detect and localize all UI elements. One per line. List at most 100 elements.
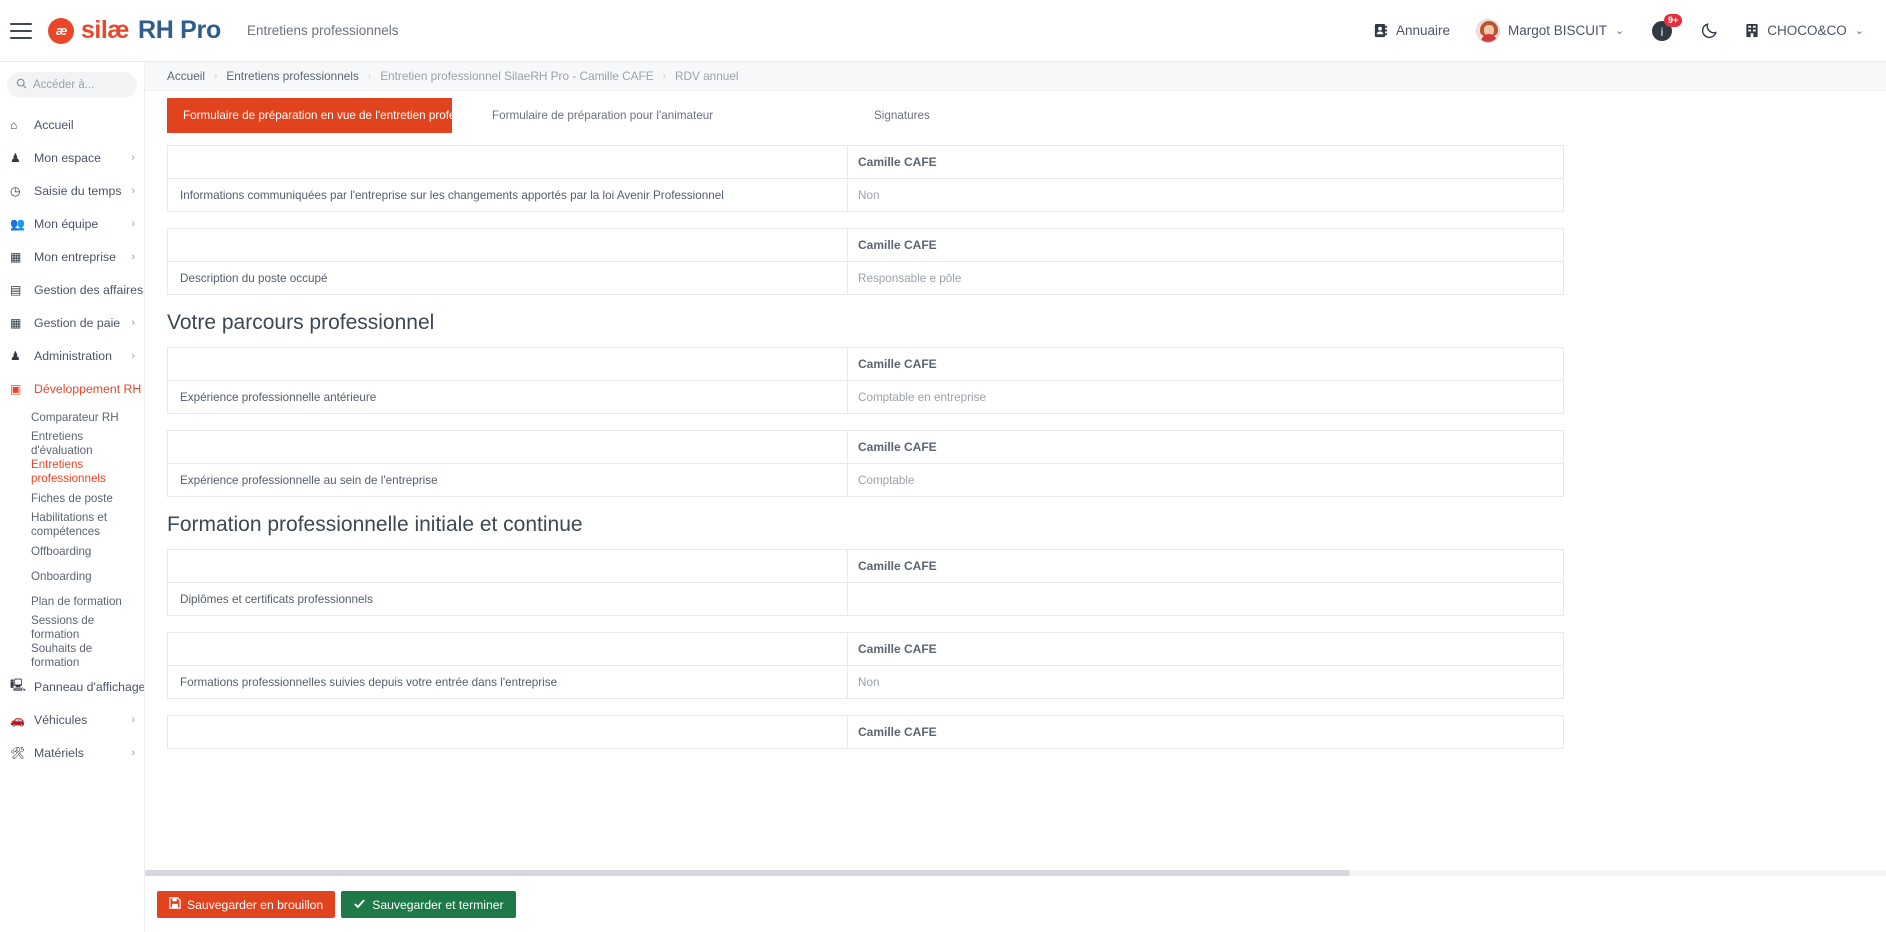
directory-button[interactable]: Annuaire bbox=[1373, 23, 1450, 38]
sidebar-item-saisie-du-temps[interactable]: ◷ Saisie du temps › bbox=[0, 174, 144, 207]
question-label: Expérience professionnelle antérieure bbox=[180, 391, 377, 404]
chevron-right-icon: › bbox=[131, 184, 135, 197]
footer-action-bar: Sauvegarder en brouillon Sauvegarder et … bbox=[145, 876, 1886, 932]
chevron-right-icon: › bbox=[131, 349, 135, 362]
sidebar-item-mon-espace[interactable]: ♟ Mon espace › bbox=[0, 141, 144, 174]
sidebar-item-label: Mon espace bbox=[34, 150, 101, 165]
home-icon: ⌂ bbox=[10, 117, 18, 132]
notification-bell-icon: i 9+ bbox=[1650, 13, 1683, 43]
tools-icon: 🛠 bbox=[10, 745, 26, 760]
sidebar-subitem-fiches-de-poste[interactable]: Fiches de poste bbox=[0, 486, 144, 511]
sidebar-subitem-entretiens-d-valuation[interactable]: Entretiens d'évaluation bbox=[0, 430, 144, 458]
sidebar-item-gestion-des-affaires[interactable]: ▤ Gestion des affaires› bbox=[0, 273, 144, 306]
car-icon: 🚗 bbox=[10, 712, 25, 727]
chevron-down-icon: ⌄ bbox=[1854, 25, 1864, 37]
save-draft-button[interactable]: Sauvegarder en brouillon bbox=[157, 891, 336, 918]
sidebar-subitem-label: Fiches de poste bbox=[31, 491, 113, 505]
tab-1[interactable]: Formulaire de préparation pour l'animate… bbox=[452, 98, 832, 133]
sidebar-item-label: Administration bbox=[34, 348, 112, 363]
company-switcher[interactable]: CHOCO&CO ⌄ bbox=[1745, 23, 1864, 38]
table-header-blank-cell bbox=[167, 145, 848, 179]
sidebar-subitem-label: Comparateur RH bbox=[31, 410, 119, 424]
table-header-blank-cell bbox=[167, 347, 848, 381]
breadcrumb-item-2[interactable]: Entretien professionnel SilaeRH Pro - Ca… bbox=[380, 69, 653, 83]
sidebar-subitem-comparateur-rh[interactable]: Comparateur RH bbox=[0, 405, 144, 430]
notification-badge: 9+ bbox=[1664, 13, 1683, 27]
hamburger-icon[interactable] bbox=[10, 22, 32, 39]
answer-cell[interactable] bbox=[847, 582, 1564, 616]
table-header-row: Camille CAFE bbox=[167, 715, 1564, 749]
brand-rhpro-text: RH Pro bbox=[138, 16, 221, 44]
respondent-name: Camille CAFE bbox=[858, 559, 937, 573]
question-table: Camille CAFE Informations communiquées pa… bbox=[167, 145, 1564, 212]
save-finish-button[interactable]: Sauvegarder et terminer bbox=[341, 891, 516, 918]
breadcrumb-item-0[interactable]: Accueil bbox=[167, 69, 205, 83]
sidebar-item-label: Matériels bbox=[34, 745, 84, 760]
sidebar-item-label: Saisie du temps bbox=[34, 183, 122, 198]
tab-0[interactable]: Formulaire de préparation en vue de l'en… bbox=[167, 98, 493, 133]
brand-logo[interactable]: æ silæ RH Pro bbox=[48, 16, 221, 45]
notifications-button[interactable]: i 9+ bbox=[1650, 13, 1683, 43]
answer-cell[interactable]: Comptable en entreprise bbox=[847, 380, 1564, 414]
sidebar-item-label: Mon équipe bbox=[34, 216, 99, 231]
table-header-row: Camille CAFE bbox=[167, 145, 1564, 179]
sidebar-subitem-label: Offboarding bbox=[31, 544, 92, 558]
sidebar-item-panneau-d-affichage[interactable]: 🖳Panneau d'affichage› bbox=[0, 670, 144, 703]
sidebar-item-mon-entreprise[interactable]: ▦ Mon entreprise › bbox=[0, 240, 144, 273]
sidebar-item-mon-quipe[interactable]: 👥 Mon équipe › bbox=[0, 207, 144, 240]
sidebar-item-administration[interactable]: ♟ Administration › bbox=[0, 339, 144, 372]
table-header-row: Camille CAFE bbox=[167, 347, 1564, 381]
sidebar-item-v-hicules[interactable]: 🚗 Véhicules › bbox=[0, 703, 144, 736]
directory-label: Annuaire bbox=[1395, 23, 1451, 38]
answer-cell[interactable]: Comptable bbox=[847, 463, 1564, 497]
tab-2[interactable]: Signatures bbox=[832, 98, 946, 133]
sidebar-item-d-veloppement-rh[interactable]: ▣ Développement RH⌄ bbox=[0, 372, 144, 405]
sidebar-item-label: Accueil bbox=[34, 117, 74, 132]
sidebar-subitem-onboarding[interactable]: Onboarding bbox=[0, 564, 144, 589]
table-icon: ▦ bbox=[10, 315, 22, 330]
sidebar-subitem-offboarding[interactable]: Offboarding bbox=[0, 539, 144, 564]
question-label: Expérience professionnelle au sein de l'… bbox=[180, 474, 438, 487]
page-context-title: Entretiens professionnels bbox=[246, 23, 399, 38]
sidebar-subitem-plan-de-formation[interactable]: Plan de formation bbox=[0, 589, 144, 614]
sidebar-item-label: Développement RH bbox=[34, 381, 142, 396]
search-input[interactable]: Accéder à... bbox=[7, 72, 137, 98]
tab-label: Formulaire de préparation pour l'animate… bbox=[492, 109, 714, 122]
sidebar-subitem-souhaits-de-formation[interactable]: Souhaits de formation bbox=[0, 642, 144, 670]
table-row: Formations professionnelles suivies depu… bbox=[167, 665, 1564, 699]
sidebar-subitem-label: Souhaits de formation bbox=[31, 642, 93, 669]
check-icon bbox=[353, 897, 366, 913]
answer-cell[interactable]: Non bbox=[847, 178, 1564, 212]
user-menu[interactable]: Margot BISCUIT ⌄ bbox=[1476, 18, 1624, 43]
question-cell: Expérience professionnelle au sein de l'… bbox=[167, 463, 848, 497]
section-title: Votre parcours professionnel bbox=[167, 311, 435, 334]
question-cell: Formations professionnelles suivies depu… bbox=[167, 665, 848, 699]
sidebar-subitem-label: Habilitations et compétences bbox=[31, 511, 108, 538]
sidebar-bottom-nav: 🖳 Panneau d'affichage › 🚗 Véhicules › 🛠 Matérie… bbox=[0, 670, 144, 769]
question-label: Description du poste occupé bbox=[180, 272, 328, 285]
sidebar: Accéder à... ⌂ Accueil ♟ Mon espace › ◷ Saisie… bbox=[0, 62, 145, 932]
sidebar-item-mat-riels[interactable]: 🛠 Matériels › bbox=[0, 736, 144, 769]
address-book-icon bbox=[1373, 23, 1388, 38]
answer-value: Comptable bbox=[858, 474, 915, 487]
sidebar-item-accueil[interactable]: ⌂ Accueil bbox=[0, 108, 144, 141]
clock-icon: ◷ bbox=[10, 183, 21, 198]
table-row: Diplômes et certificats professionnels bbox=[167, 582, 1564, 616]
question-table: Camille CAFE Formations professionnelles … bbox=[167, 632, 1564, 699]
building-icon bbox=[1745, 23, 1759, 38]
sidebar-subitem-label: Plan de formation bbox=[31, 594, 122, 608]
sidebar-subitem-label: Sessions de formation bbox=[31, 614, 95, 641]
answer-cell[interactable]: Non bbox=[847, 665, 1564, 699]
answer-cell[interactable]: Responsable e pôle bbox=[847, 261, 1564, 295]
theme-toggle-button[interactable] bbox=[1700, 21, 1719, 40]
breadcrumb-item-1[interactable]: Entretiens professionnels bbox=[226, 69, 358, 83]
sidebar-subitem-entretiens-professionnels[interactable]: Entretiens professionnels bbox=[0, 458, 144, 486]
silae-mark-icon: æ bbox=[48, 17, 74, 44]
chevron-right-icon: › bbox=[131, 713, 135, 726]
sidebar-subitem-sessions-de-formation[interactable]: Sessions de formation bbox=[0, 614, 144, 642]
table-header-blank-cell bbox=[167, 715, 848, 749]
sidebar-subitem-habilitations-et-comp-tences[interactable]: Habilitations et compétences bbox=[0, 511, 144, 539]
sidebar-item-gestion-de-paie[interactable]: ▦ Gestion de paie › bbox=[0, 306, 144, 339]
breadcrumb-item-3: RDV annuel bbox=[674, 69, 739, 83]
question-cell: Description du poste occupé bbox=[167, 261, 848, 295]
